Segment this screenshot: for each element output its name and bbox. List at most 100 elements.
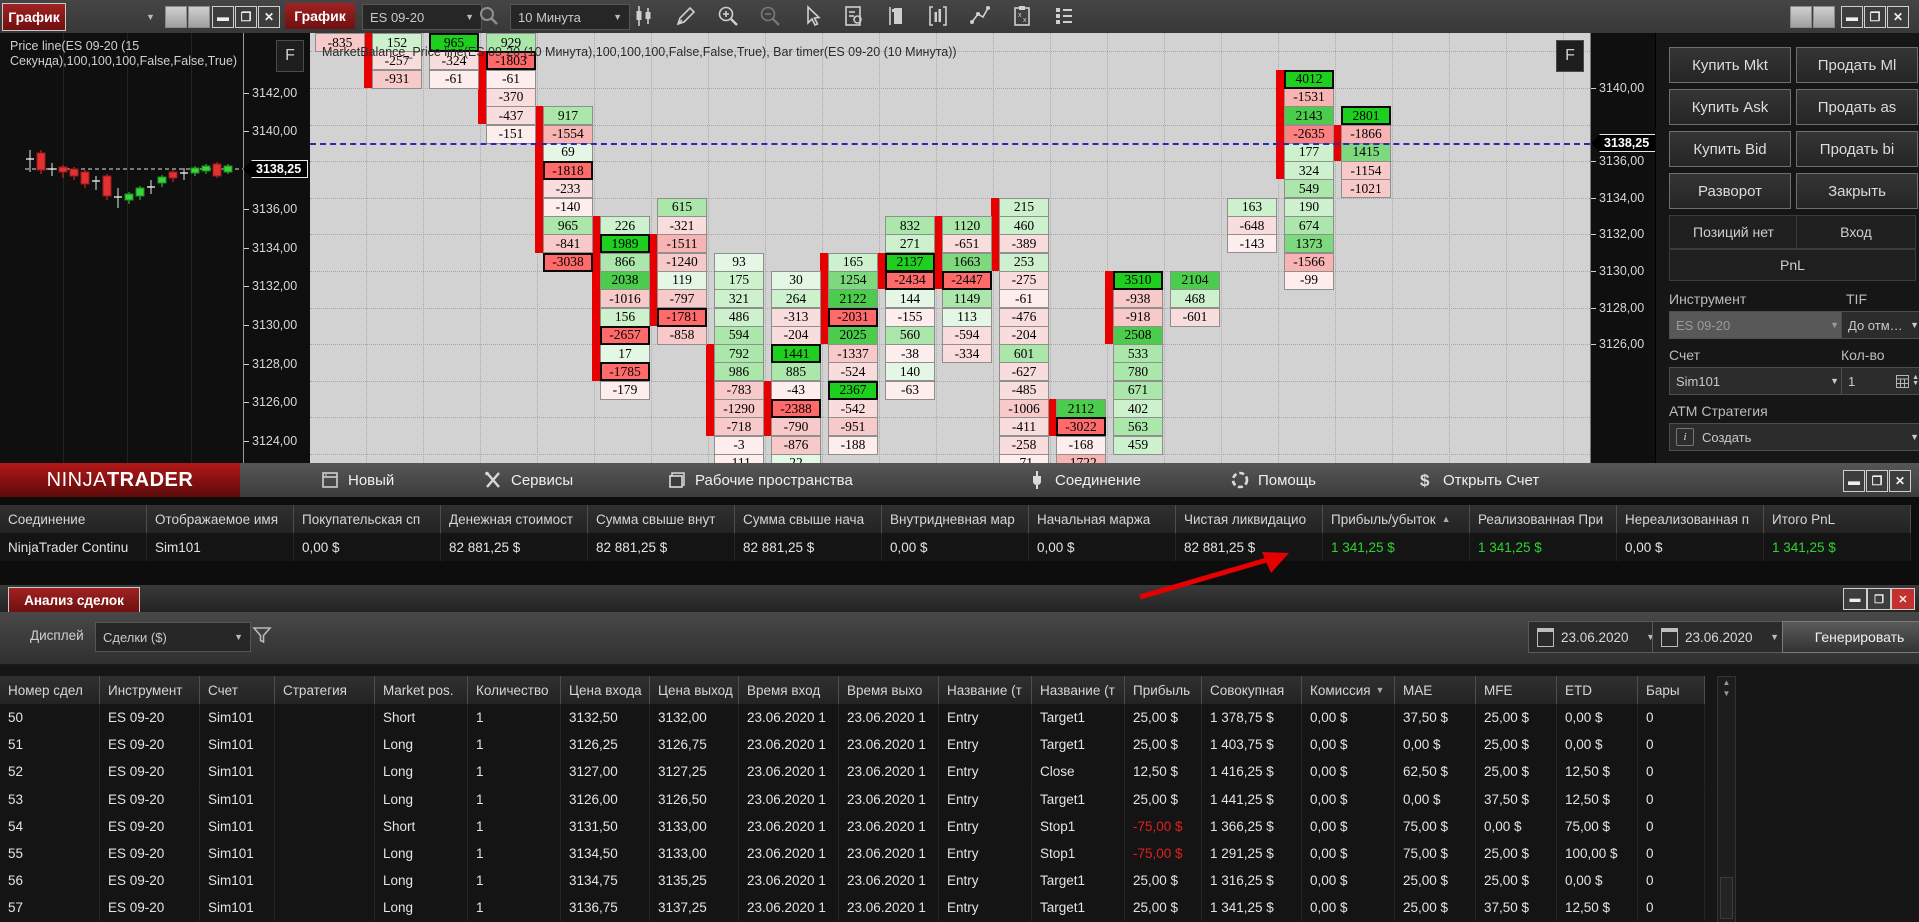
column-header[interactable]: Стратегия xyxy=(275,676,375,704)
column-header[interactable]: Реализованная При xyxy=(1470,505,1617,533)
list-icon[interactable] xyxy=(1052,4,1076,28)
sell-button-row0[interactable]: Продать Ml xyxy=(1796,47,1918,83)
maximize-button[interactable]: ❐ xyxy=(1866,470,1888,492)
search-icon[interactable] xyxy=(478,5,500,32)
column-header[interactable]: ETD xyxy=(1557,676,1638,704)
pencil-icon[interactable] xyxy=(674,4,698,28)
accounts-data-row[interactable]: NinjaTrader Continu Sim101 0,00 $82 881,25… xyxy=(0,533,1911,561)
column-header[interactable]: Цена входа xyxy=(561,676,650,704)
price-axis[interactable]: 3140,00 3136,00 3134,00 3132,00 3130,00 3128,… xyxy=(1590,33,1657,463)
column-header[interactable]: Сумма свыше нача xyxy=(735,505,882,533)
window-stack-left-icon[interactable] xyxy=(188,6,210,28)
line-draw-icon[interactable] xyxy=(968,4,992,28)
cursor-icon[interactable] xyxy=(800,4,824,28)
column-header[interactable]: Время выхо xyxy=(839,676,939,704)
column-header[interactable]: Название (т xyxy=(939,676,1032,704)
scroll-down-icon[interactable]: ▼ xyxy=(1718,689,1735,699)
chart-window-tab[interactable]: График xyxy=(2,3,66,31)
analysis-tab[interactable]: Анализ сделок xyxy=(8,587,140,613)
sell-button-row1[interactable]: Продать as xyxy=(1796,89,1918,125)
column-header[interactable]: Внутридневная мар xyxy=(882,505,1029,533)
close-button[interactable]: ✕ xyxy=(1889,470,1911,492)
column-header[interactable]: Итого PnL xyxy=(1764,505,1911,533)
column-header[interactable]: Совокупная xyxy=(1202,676,1302,704)
scrollbar-thumb[interactable] xyxy=(1720,877,1733,919)
table-row[interactable]: 50 ES 09-20 Sim101 Short 1 3132,50 3132,00 23.0… xyxy=(0,704,1705,731)
column-header[interactable]: Счет xyxy=(200,676,275,704)
column-header[interactable]: Комиссия ▼ xyxy=(1302,676,1395,704)
column-header[interactable]: Прибыль/убыток ▲ xyxy=(1323,505,1470,533)
date-from-picker[interactable]: 23.06.2020 ▼ xyxy=(1528,621,1664,653)
window-stack-right-icon[interactable] xyxy=(1813,6,1835,28)
quantity-stepper[interactable]: 1 ▲ ▼ xyxy=(1841,367,1919,395)
account-select[interactable]: Sim101 ▼ xyxy=(1669,367,1846,395)
menu-item-новый[interactable]: Новый xyxy=(320,463,394,497)
bar-analysis-icon[interactable] xyxy=(926,4,950,28)
column-header[interactable]: Market pos. xyxy=(375,676,468,704)
column-header[interactable]: Количество xyxy=(468,676,561,704)
column-header[interactable]: Время вход xyxy=(739,676,839,704)
footprint-chart[interactable]: MarketBalance_Price line(ES 09-20 (10 Ми… xyxy=(310,33,1590,463)
column-header[interactable]: Нереализованная п xyxy=(1617,505,1764,533)
buy-button-row0[interactable]: Купить Mkt xyxy=(1669,47,1791,83)
focus-button[interactable]: F xyxy=(276,40,304,72)
atm-strategy-select[interactable]: i Создать ▼ xyxy=(1669,423,1919,451)
column-header[interactable]: MAE xyxy=(1395,676,1476,704)
table-row[interactable]: 55 ES 09-20 Sim101 Long 1 3134,50 3133,00 23.06… xyxy=(0,840,1705,867)
column-header[interactable]: Чистая ликвидацио xyxy=(1176,505,1323,533)
table-row[interactable]: 57 ES 09-20 Sim101 Long 1 3136,75 3137,25 23.06… xyxy=(0,894,1705,922)
maximize-button[interactable]: ❐ xyxy=(1867,588,1891,610)
instrument-select[interactable]: ES 09-20 ▼ xyxy=(362,4,482,30)
menu-item-помощь[interactable]: Помощь xyxy=(1230,463,1316,497)
indicator-panel-icon[interactable] xyxy=(884,4,908,28)
minimize-button[interactable]: ▬ xyxy=(1843,470,1865,492)
menu-item-открыть-счет[interactable]: $ Открыть Счет xyxy=(1415,463,1539,497)
scroll-up-icon[interactable]: ▲ xyxy=(1718,677,1735,689)
column-header[interactable]: Название (т xyxy=(1032,676,1125,704)
table-row[interactable]: 52 ES 09-20 Sim101 Long 1 3127,00 3127,25 23.06… xyxy=(0,758,1705,786)
table-row[interactable]: 56 ES 09-20 Sim101 Long 1 3134,75 3135,25 23.06… xyxy=(0,867,1705,895)
calculator-icon[interactable]: ▲ ▼ xyxy=(1896,374,1919,388)
minimize-button[interactable]: ▬ xyxy=(1841,6,1863,28)
display-select[interactable]: Сделки ($) ▼ xyxy=(95,622,251,652)
data-box-icon[interactable] xyxy=(842,4,866,28)
scrollbar[interactable]: ▲ ▼ xyxy=(1717,676,1736,922)
column-header[interactable]: Бары xyxy=(1638,676,1705,704)
buy-button-row3[interactable]: Разворот xyxy=(1669,173,1791,209)
filter-icon[interactable] xyxy=(252,625,272,650)
column-header[interactable]: Инструмент xyxy=(100,676,200,704)
sell-button-row2[interactable]: Продать bi xyxy=(1796,131,1918,167)
column-header[interactable]: Денежная стоимост xyxy=(441,505,588,533)
window-restore-right-icon[interactable] xyxy=(1790,6,1812,28)
zoom-in-icon[interactable] xyxy=(716,4,740,28)
close-icon[interactable]: ✕ xyxy=(1891,588,1915,610)
column-header[interactable]: Сумма свыше внут xyxy=(588,505,735,533)
zoom-out-icon[interactable] xyxy=(758,4,782,28)
tif-select[interactable]: До отм… ▼ xyxy=(1841,311,1919,339)
strategy-sheet-icon[interactable]: xx xyxy=(1010,4,1034,28)
buy-button-row2[interactable]: Купить Bid xyxy=(1669,131,1791,167)
menu-item-рабочие-пространства[interactable]: Рабочие пространства xyxy=(667,463,853,497)
maximize-button[interactable]: ❐ xyxy=(1864,6,1886,28)
column-header[interactable]: Покупательская сп xyxy=(294,505,441,533)
interval-select[interactable]: 10 Минута ▼ xyxy=(510,4,630,30)
window-restore-left-icon[interactable] xyxy=(165,6,187,28)
table-row[interactable]: 51 ES 09-20 Sim101 Long 1 3126,25 3126,75 23.06… xyxy=(0,731,1705,759)
generate-button[interactable]: Генерировать xyxy=(1782,621,1919,653)
table-row[interactable]: 54 ES 09-20 Sim101 Short 1 3131,50 3133,00 23.0… xyxy=(0,812,1705,840)
close-button[interactable]: ✕ xyxy=(1887,6,1909,28)
minimize-button[interactable]: ▬ xyxy=(1843,588,1867,610)
mini-price-axis[interactable]: 3142,00 3140,00 3136,00 3134,00 3132,00 3130,… xyxy=(243,33,310,463)
focus-button[interactable]: F xyxy=(1556,40,1584,72)
column-header[interactable]: Начальная маржа xyxy=(1029,505,1176,533)
candlestick-chart-icon[interactable] xyxy=(632,4,656,28)
date-to-picker[interactable]: 23.06.2020 ▼ xyxy=(1652,621,1788,653)
close-button[interactable]: ✕ xyxy=(258,6,280,28)
panel-instrument-select[interactable]: ES 09-20 ▼ xyxy=(1669,311,1846,339)
table-row[interactable]: 53 ES 09-20 Sim101 Long 1 3126,00 3126,50 23.06… xyxy=(0,785,1705,813)
column-header[interactable]: Номер сдел xyxy=(0,676,100,704)
buy-button-row1[interactable]: Купить Ask xyxy=(1669,89,1791,125)
menu-item-сервисы[interactable]: Сервисы xyxy=(483,463,573,497)
column-header[interactable]: Соединение xyxy=(0,505,147,533)
enter-button[interactable]: Вход xyxy=(1796,215,1916,249)
